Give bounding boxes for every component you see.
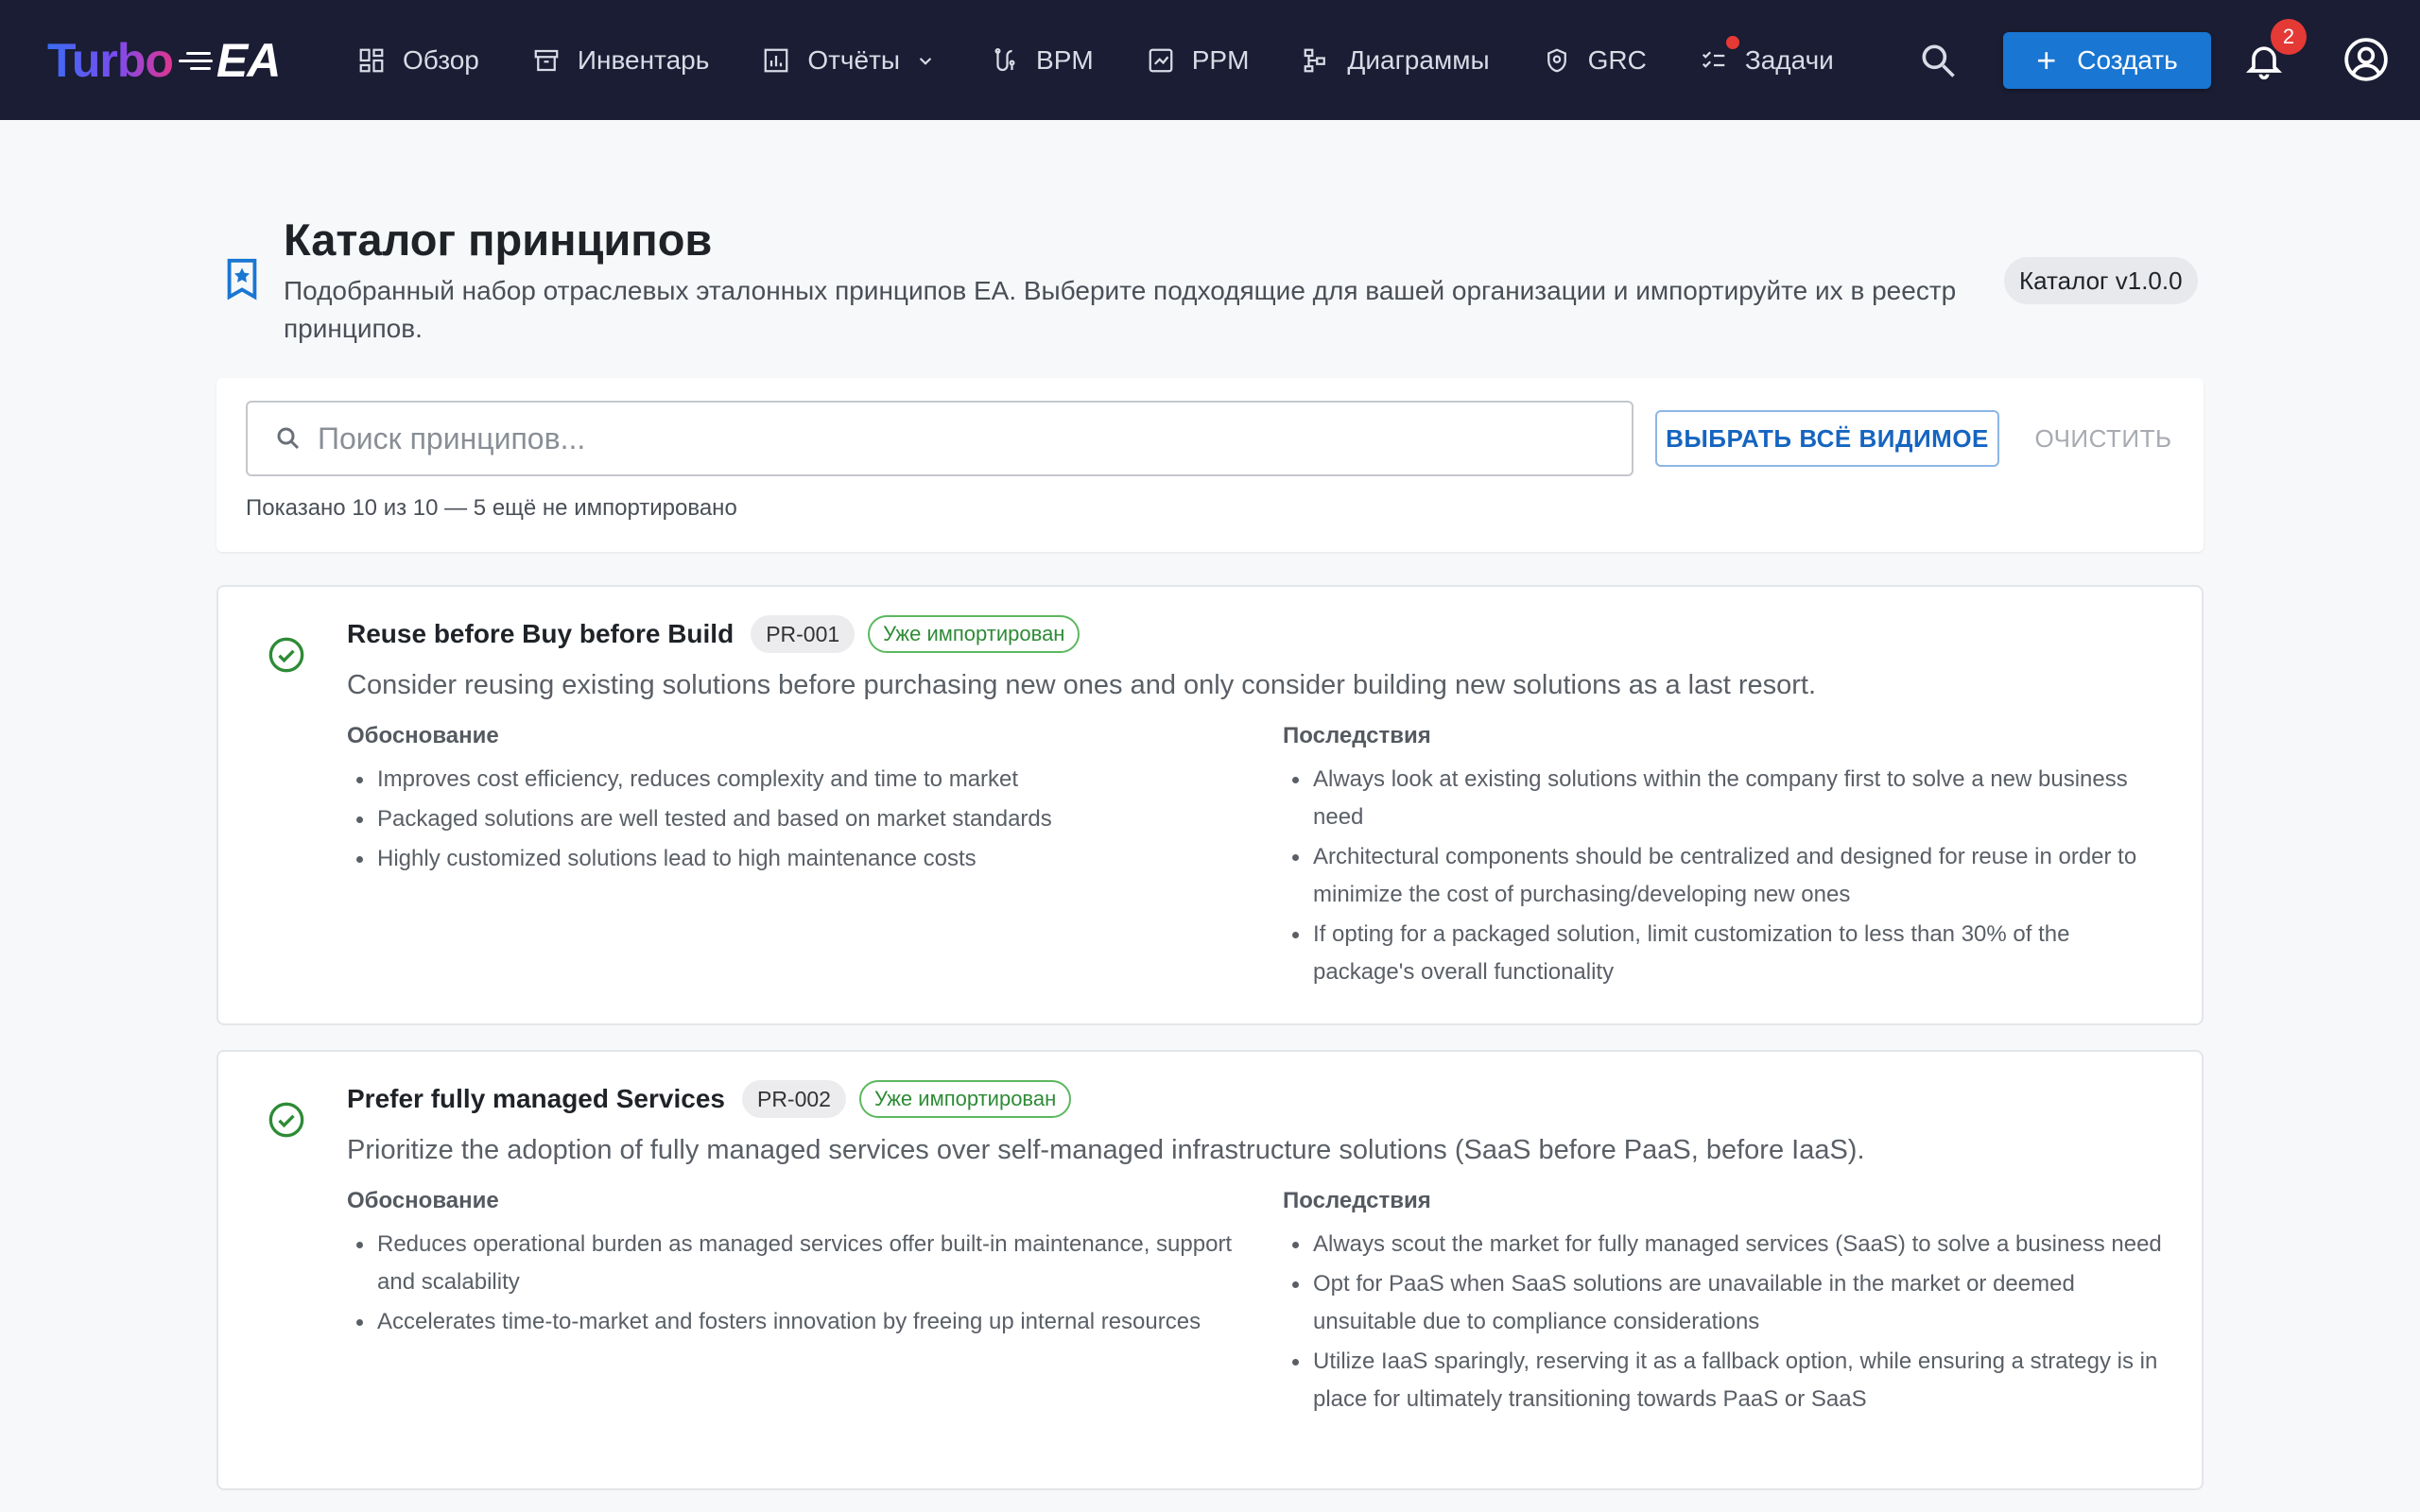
tasks-indicator-dot [1725,36,1739,49]
principle-code-chip: PR-001 [751,615,856,653]
page-title: Каталог принципов [284,215,713,265]
imported-status-chip: Уже импортирован [858,1080,1072,1118]
top-navigation-bar: Turbo EA Обзор Инвентарь Отчёты BPM PPM … [0,0,2420,120]
page-subtitle: Подобранный набор отраслевых эталонных п… [284,276,1957,343]
implications-list: Always scout the market for fully manage… [1283,1226,2171,1420]
process-icon [994,47,1015,71]
portfolio-icon [1149,48,1173,72]
check-circle-icon [268,1102,304,1138]
rationale-list: Improves cost efficiency, reduces comple… [347,761,1236,880]
implication-item: If opting for a packaged solution, limit… [1283,916,2171,991]
rationale-heading: Обоснование [347,1188,499,1213]
principle-header: Prefer fully managed Services PR-002 Уже… [347,1080,1072,1118]
imported-status-chip: Уже импортирован [868,615,1080,653]
principle-title: Prefer fully managed Services [347,1084,725,1113]
nav-item-diagrams[interactable]: Диаграммы [1302,0,1490,120]
nav-item-label: Инвентарь [577,44,710,75]
implications-list: Always look at existing solutions within… [1283,761,2171,993]
notification-count-badge: 2 [2271,19,2307,55]
plus-icon: + [2036,41,2057,79]
select-all-visible-button[interactable]: ВЫБРАТЬ ВСЁ ВИДИМОЕ [1655,410,1999,467]
dashboard-icon [359,48,384,72]
implication-item: Architectural components should be centr… [1283,838,2171,914]
principle-card[interactable]: Reuse before Buy before Build PR-001 Уже… [216,585,2204,1025]
check-circle-icon [268,637,304,673]
account-icon[interactable] [2342,36,2390,83]
checklist-icon [1702,50,1725,68]
rationale-item: Accelerates time-to-market and fosters i… [347,1303,1236,1341]
principle-card[interactable]: Prefer fully managed Services PR-002 Уже… [216,1050,2204,1490]
search-icon [277,427,300,450]
implication-item: Always scout the market for fully manage… [1283,1226,2171,1263]
implication-item: Always look at existing solutions within… [1283,761,2171,836]
rationale-item: Packaged solutions are well tested and b… [347,800,1236,838]
nav-item-grc[interactable]: GRC [1543,0,1647,120]
nav-item-inventory[interactable]: Инвентарь [532,0,709,120]
rationale-item: Reduces operational burden as managed se… [347,1226,1236,1301]
nav-item-label: GRC [1587,44,1647,75]
nav-item-label: Обзор [403,44,479,75]
logo-text-ea: EA [216,34,281,87]
rationale-heading: Обоснование [347,723,499,748]
search-field[interactable] [246,401,1634,476]
results-count: Показано 10 из 10 — 5 ещё не импортирова… [246,495,737,521]
logo-text-turbo: Turbo [47,34,174,87]
nav-item-bpm[interactable]: BPM [991,0,1094,120]
diagram-icon [1305,48,1326,72]
search-input[interactable] [318,421,1547,456]
implication-item: Utilize IaaS sparingly, reserving it as … [1283,1343,2171,1418]
logo-speed-lines-icon [175,46,213,75]
search-toolbar: ВЫБРАТЬ ВСЁ ВИДИМОЕ ОЧИСТИТЬ Показано 10… [216,378,2204,552]
principle-header: Reuse before Buy before Build PR-001 Уже… [347,615,1080,653]
rationale-item: Improves cost efficiency, reduces comple… [347,761,1236,799]
chevron-down-icon [919,57,932,65]
clear-button[interactable]: ОЧИСТИТЬ [2018,410,2188,467]
archive-icon [534,49,559,71]
rationale-list: Reduces operational burden as managed se… [347,1226,1236,1343]
nav-item-label: BPM [1036,44,1094,75]
implications-heading: Последствия [1283,1188,1431,1213]
nav-item-ppm[interactable]: PPM [1147,0,1250,120]
app-logo[interactable]: Turbo EA [47,32,281,89]
principle-description: Consider reusing existing solutions befo… [347,670,1817,700]
nav-item-label: Отчёты [807,44,901,75]
nav-item-label: PPM [1191,44,1250,75]
shield-icon [1547,48,1566,72]
create-button[interactable]: + Создать [2003,32,2211,89]
search-icon[interactable] [1917,40,1959,81]
nav-item-label: Диаграммы [1347,44,1490,75]
catalog-version-chip: Каталог v1.0.0 [2004,257,2198,304]
nav-item-label: Задачи [1744,44,1834,75]
nav-item-tasks[interactable]: Задачи [1700,0,1834,120]
bookmark-star-icon [227,258,257,301]
principle-description: Prioritize the adoption of fully managed… [347,1135,1865,1165]
principle-title: Reuse before Buy before Build [347,619,735,648]
main-nav: Обзор Инвентарь Отчёты BPM PPM Диаграммы… [357,0,1887,120]
implications-heading: Последствия [1283,723,1431,748]
principle-code-chip: PR-002 [741,1080,846,1118]
nav-item-overview[interactable]: Обзор [357,0,479,120]
rationale-item: Highly customized solutions lead to high… [347,840,1236,878]
bar-chart-icon [764,48,788,72]
nav-item-reports[interactable]: Отчёты [762,0,938,120]
create-button-label: Создать [2077,45,2178,75]
implication-item: Opt for PaaS when SaaS solutions are una… [1283,1265,2171,1341]
